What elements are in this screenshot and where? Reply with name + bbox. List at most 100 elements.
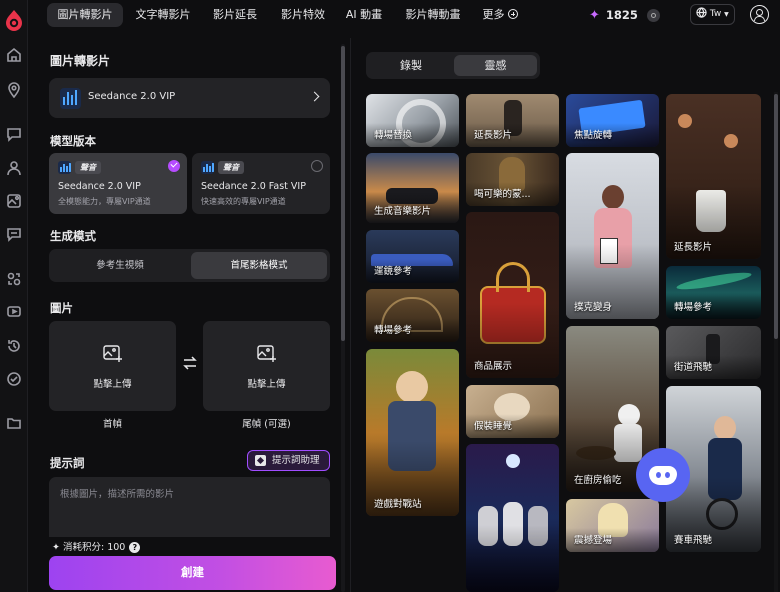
gallery-card[interactable]: 假裝睡覺 bbox=[466, 385, 559, 438]
check-icon bbox=[168, 160, 180, 172]
create-button[interactable]: 創建 bbox=[49, 556, 336, 590]
red-bag-shape bbox=[480, 286, 546, 344]
sparkle-icon: ✦ bbox=[589, 8, 600, 23]
seedance-logo-icon bbox=[60, 88, 81, 109]
prompt-assistant-button[interactable]: 提示詞助理 bbox=[247, 450, 330, 471]
discord-button[interactable] bbox=[636, 448, 690, 502]
card-caption: 遊戲對戰站 bbox=[374, 499, 422, 510]
user-icon[interactable] bbox=[6, 160, 22, 176]
aurora-shape bbox=[675, 269, 753, 293]
tab-ai-animation[interactable]: AI 動畫 bbox=[342, 3, 386, 27]
gallery-scrollbar-thumb[interactable] bbox=[774, 94, 778, 339]
plus-circle-icon bbox=[507, 9, 518, 19]
card-caption: 撲克變身 bbox=[574, 302, 613, 313]
version-card-fast[interactable]: 聲音 Seedance 2.0 Fast VIP 快速高效的專屬VIP通道 bbox=[192, 153, 330, 214]
card-caption: 焦點旋轉 bbox=[574, 130, 613, 141]
tab-video-to-animation[interactable]: 影片轉動畫 bbox=[400, 3, 466, 27]
card-caption: 轉場參考 bbox=[674, 302, 713, 313]
seedance-logo-icon bbox=[201, 161, 214, 174]
panel-divider bbox=[350, 38, 351, 592]
gallery-card[interactable]: 轉場參考 bbox=[666, 266, 761, 319]
tab-more-label: 更多 bbox=[482, 8, 505, 21]
gallery-card[interactable]: 轉場替換 bbox=[366, 94, 459, 147]
prompt-input[interactable] bbox=[49, 477, 330, 537]
gallery-card[interactable]: 轉場參考 bbox=[366, 289, 459, 342]
gallery-card[interactable]: 焦點旋轉 bbox=[566, 94, 659, 147]
tab-more[interactable]: 更多 bbox=[478, 3, 522, 27]
card-caption: 延長影片 bbox=[674, 242, 713, 253]
home-icon[interactable] bbox=[6, 47, 22, 63]
generation-panel: 圖片轉影片 Seedance 2.0 VIP 模型版本 聲音 Seedance … bbox=[38, 38, 344, 592]
model-name: Seedance 2.0 VIP bbox=[88, 91, 176, 102]
language-label: Tw bbox=[709, 9, 722, 19]
tab-recording[interactable]: 錄製 bbox=[369, 55, 453, 76]
cup-shape bbox=[696, 190, 726, 232]
card-caption: 震撼登場 bbox=[574, 535, 613, 546]
gallery-card[interactable]: 震撼登場 bbox=[566, 499, 659, 552]
audio-badge: 聲音 bbox=[75, 161, 101, 174]
card-caption: 轉場替換 bbox=[374, 130, 413, 141]
version-title: Seedance 2.0 VIP bbox=[58, 181, 141, 192]
ai-assistant-icon bbox=[255, 455, 266, 466]
swap-icon[interactable] bbox=[182, 356, 198, 370]
add-image-icon bbox=[103, 345, 122, 362]
gallery-card[interactable]: 撲克變身 bbox=[566, 153, 659, 319]
sparkle-icon: ✦ bbox=[52, 542, 60, 553]
globe-icon bbox=[696, 7, 707, 18]
cat-shape bbox=[503, 502, 523, 546]
tab-video-effects[interactable]: 影片特效 bbox=[275, 3, 331, 27]
add-image-icon bbox=[257, 345, 276, 362]
upload-last-frame[interactable]: 點擊上傳 bbox=[203, 321, 330, 411]
mode-label: 生成模式 bbox=[50, 229, 96, 243]
user-avatar-icon[interactable] bbox=[750, 5, 769, 24]
last-frame-caption: 尾幀 (可選) bbox=[242, 419, 291, 430]
upload-first-frame[interactable]: 點擊上傳 bbox=[49, 321, 176, 411]
panel-scrollbar-thumb[interactable] bbox=[341, 46, 345, 341]
badge-icon[interactable] bbox=[6, 371, 22, 387]
upload-label: 點擊上傳 bbox=[93, 379, 132, 390]
language-selector[interactable]: Tw ▼ bbox=[690, 4, 735, 25]
message-icon[interactable] bbox=[6, 226, 22, 242]
gallery-card[interactable]: 遊戲對戰站 bbox=[366, 349, 459, 516]
video-chat-icon[interactable] bbox=[6, 304, 22, 320]
card-caption: 運鏡參考 bbox=[374, 266, 413, 277]
tab-image-to-video[interactable]: 圖片轉影片 bbox=[47, 3, 123, 27]
gallery-card[interactable] bbox=[466, 444, 559, 592]
cat-shape bbox=[478, 506, 498, 546]
folder-icon[interactable] bbox=[6, 415, 22, 431]
dog-shape bbox=[494, 393, 530, 421]
tab-inspiration[interactable]: 靈感 bbox=[454, 55, 537, 76]
assistant-label: 提示詞助理 bbox=[272, 455, 320, 466]
tab-text-to-video[interactable]: 文字轉影片 bbox=[131, 3, 195, 27]
seedance-logo-icon bbox=[58, 161, 71, 174]
gallery-card[interactable]: 商品展示 bbox=[466, 212, 559, 378]
panel-title: 圖片轉影片 bbox=[50, 54, 111, 68]
spotlight-shape bbox=[506, 454, 520, 468]
location-icon[interactable] bbox=[6, 82, 22, 99]
history-icon[interactable] bbox=[6, 338, 22, 354]
prompt-label: 提示詞 bbox=[50, 456, 85, 470]
chat-icon[interactable] bbox=[6, 126, 22, 142]
help-icon[interactable]: ? bbox=[129, 542, 141, 553]
gallery-card[interactable]: 延長影片 bbox=[466, 94, 559, 147]
gallery-card[interactable]: 喝可樂的蒙... bbox=[466, 153, 559, 206]
cost-text: 消耗积分: 100 bbox=[62, 542, 126, 553]
tab-video-extend[interactable]: 影片延長 bbox=[207, 3, 263, 27]
image-edit-icon[interactable] bbox=[6, 193, 22, 209]
mode-reference[interactable]: 參考生視頻 bbox=[52, 252, 188, 279]
gallery-card[interactable]: 運鏡參考 bbox=[366, 230, 459, 283]
model-selector[interactable]: Seedance 2.0 VIP bbox=[49, 78, 330, 118]
child-head-shape bbox=[396, 371, 428, 403]
gallery-card[interactable]: 延長影片 bbox=[666, 94, 761, 259]
version-subtitle: 全模態能力，專屬VIP通道 bbox=[58, 197, 151, 206]
gallery-card[interactable]: 街道飛馳 bbox=[666, 326, 761, 379]
face-swap-icon[interactable] bbox=[6, 271, 22, 287]
app-logo-icon[interactable] bbox=[4, 9, 24, 31]
wok-shape bbox=[576, 446, 616, 460]
upload-label: 點擊上傳 bbox=[247, 379, 286, 390]
mode-toggle: 參考生視頻 首尾影格模式 bbox=[49, 249, 330, 282]
coin-icon[interactable] bbox=[647, 9, 660, 22]
mode-first-last-frame[interactable]: 首尾影格模式 bbox=[191, 252, 327, 279]
version-card-standard[interactable]: 聲音 Seedance 2.0 VIP 全模態能力，專屬VIP通道 bbox=[49, 153, 187, 214]
gallery-card[interactable]: 生成音樂影片 bbox=[366, 153, 459, 223]
